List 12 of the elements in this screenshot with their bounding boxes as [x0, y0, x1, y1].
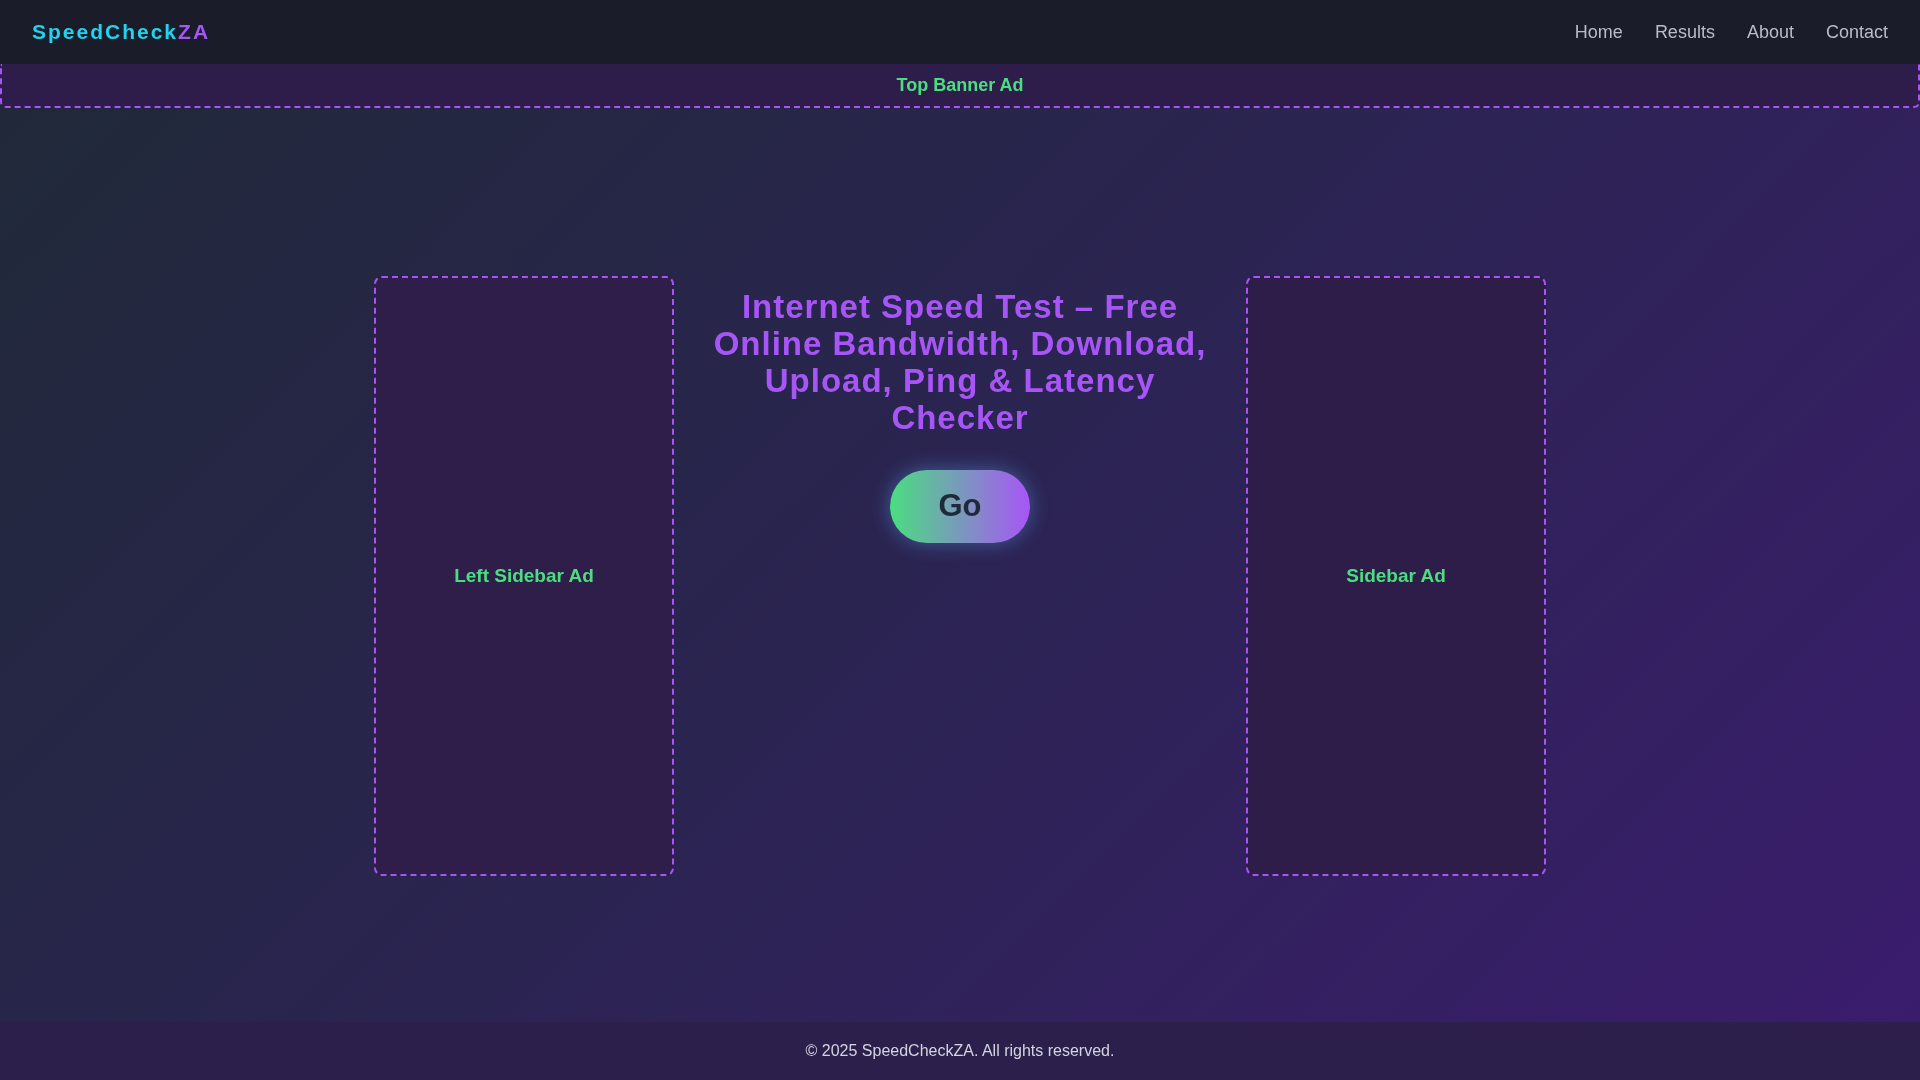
ad-label: Left Sidebar Ad: [454, 563, 594, 588]
logo-accent-text[interactable]: ZA: [178, 16, 211, 48]
nav-link[interactable]: Home: [1574, 18, 1623, 46]
go-button[interactable]: Go: [890, 470, 1030, 543]
nav-link[interactable]: Contact: [1825, 18, 1888, 46]
copyright-text: © 2025 SpeedCheckZA. All rights reserved.: [805, 1041, 1115, 1061]
nav-link[interactable]: About: [1746, 18, 1794, 46]
page-title: Internet Speed Test – Free Online Bandwidth, Download, Upload, Ping & Latency Checker: [712, 288, 1208, 436]
ad-label: Top Banner Ad: [896, 73, 1024, 97]
logo-text[interactable]: SpeedCheck: [32, 16, 179, 48]
ad-label: Sidebar Ad: [1346, 563, 1446, 588]
nav-link[interactable]: Results: [1654, 18, 1715, 46]
